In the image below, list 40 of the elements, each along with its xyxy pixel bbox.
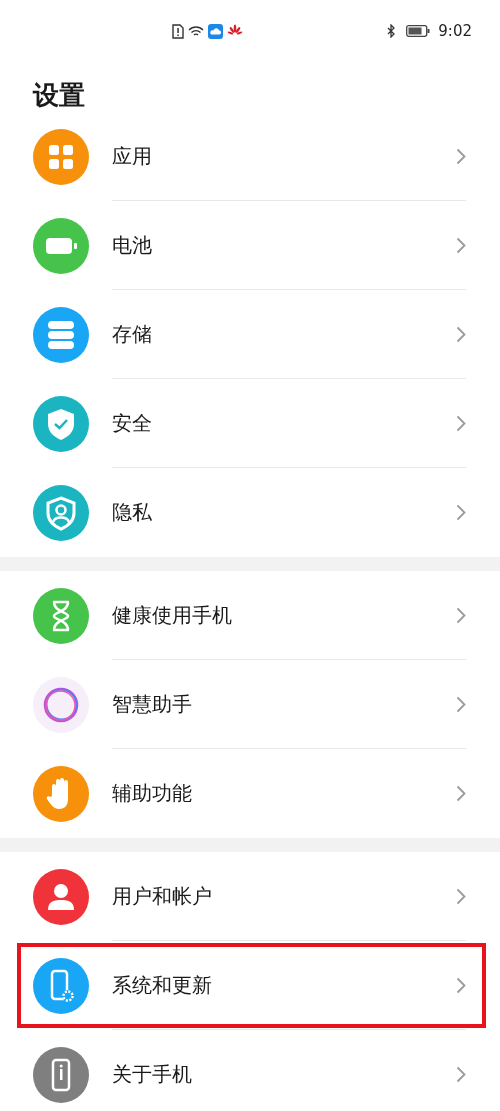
bluetooth-icon [387,24,397,38]
settings-item[interactable]: 系统和更新 [0,941,500,1030]
item-label: 应用 [112,142,153,170]
settings-item[interactable]: 智慧助手 [0,660,500,749]
chevron-icon [456,785,466,802]
item-label: 电池 [112,231,153,259]
settings-item[interactable]: 存储 [0,290,500,379]
chevron-icon [456,1066,466,1083]
settings-item[interactable]: 电池 [0,201,500,290]
chevron-icon [456,325,466,343]
settings-item[interactable]: 安全 [0,379,500,468]
item-label: 智慧助手 [112,690,193,718]
page-title: 设置 [33,78,85,112]
wifi-icon [188,24,204,38]
settings-item[interactable]: 应用 [0,128,500,201]
battery-icon [406,25,431,37]
item-label: 健康使用手机 [112,601,233,629]
sim-alert-icon [172,23,184,39]
item-label: 系统和更新 [112,971,213,999]
settings-item[interactable]: 健康使用手机 [0,571,500,660]
settings-item[interactable]: 关于手机 [0,1030,500,1111]
cloud-app-icon [208,23,223,39]
chevron-icon [456,414,466,432]
item-label: 安全 [112,409,153,437]
chevron-icon [456,695,466,713]
chevron-icon [456,887,466,905]
chevron-icon [456,504,466,521]
item-label: 隐私 [112,499,153,526]
item-label: 关于手机 [112,1061,193,1088]
settings-item[interactable]: 用户和帐户 [0,852,500,941]
settings-item[interactable]: 隐私 [0,468,500,557]
item-label: 用户和帐户 [112,882,213,910]
chevron-icon [456,976,466,994]
clock-time: 9:02 [438,22,472,40]
chevron-icon [456,606,466,624]
chevron-icon [456,147,466,165]
item-label: 辅助功能 [112,780,193,807]
settings-item[interactable]: 辅助功能 [0,749,500,838]
chevron-icon [456,236,466,254]
item-label: 存储 [112,320,153,348]
